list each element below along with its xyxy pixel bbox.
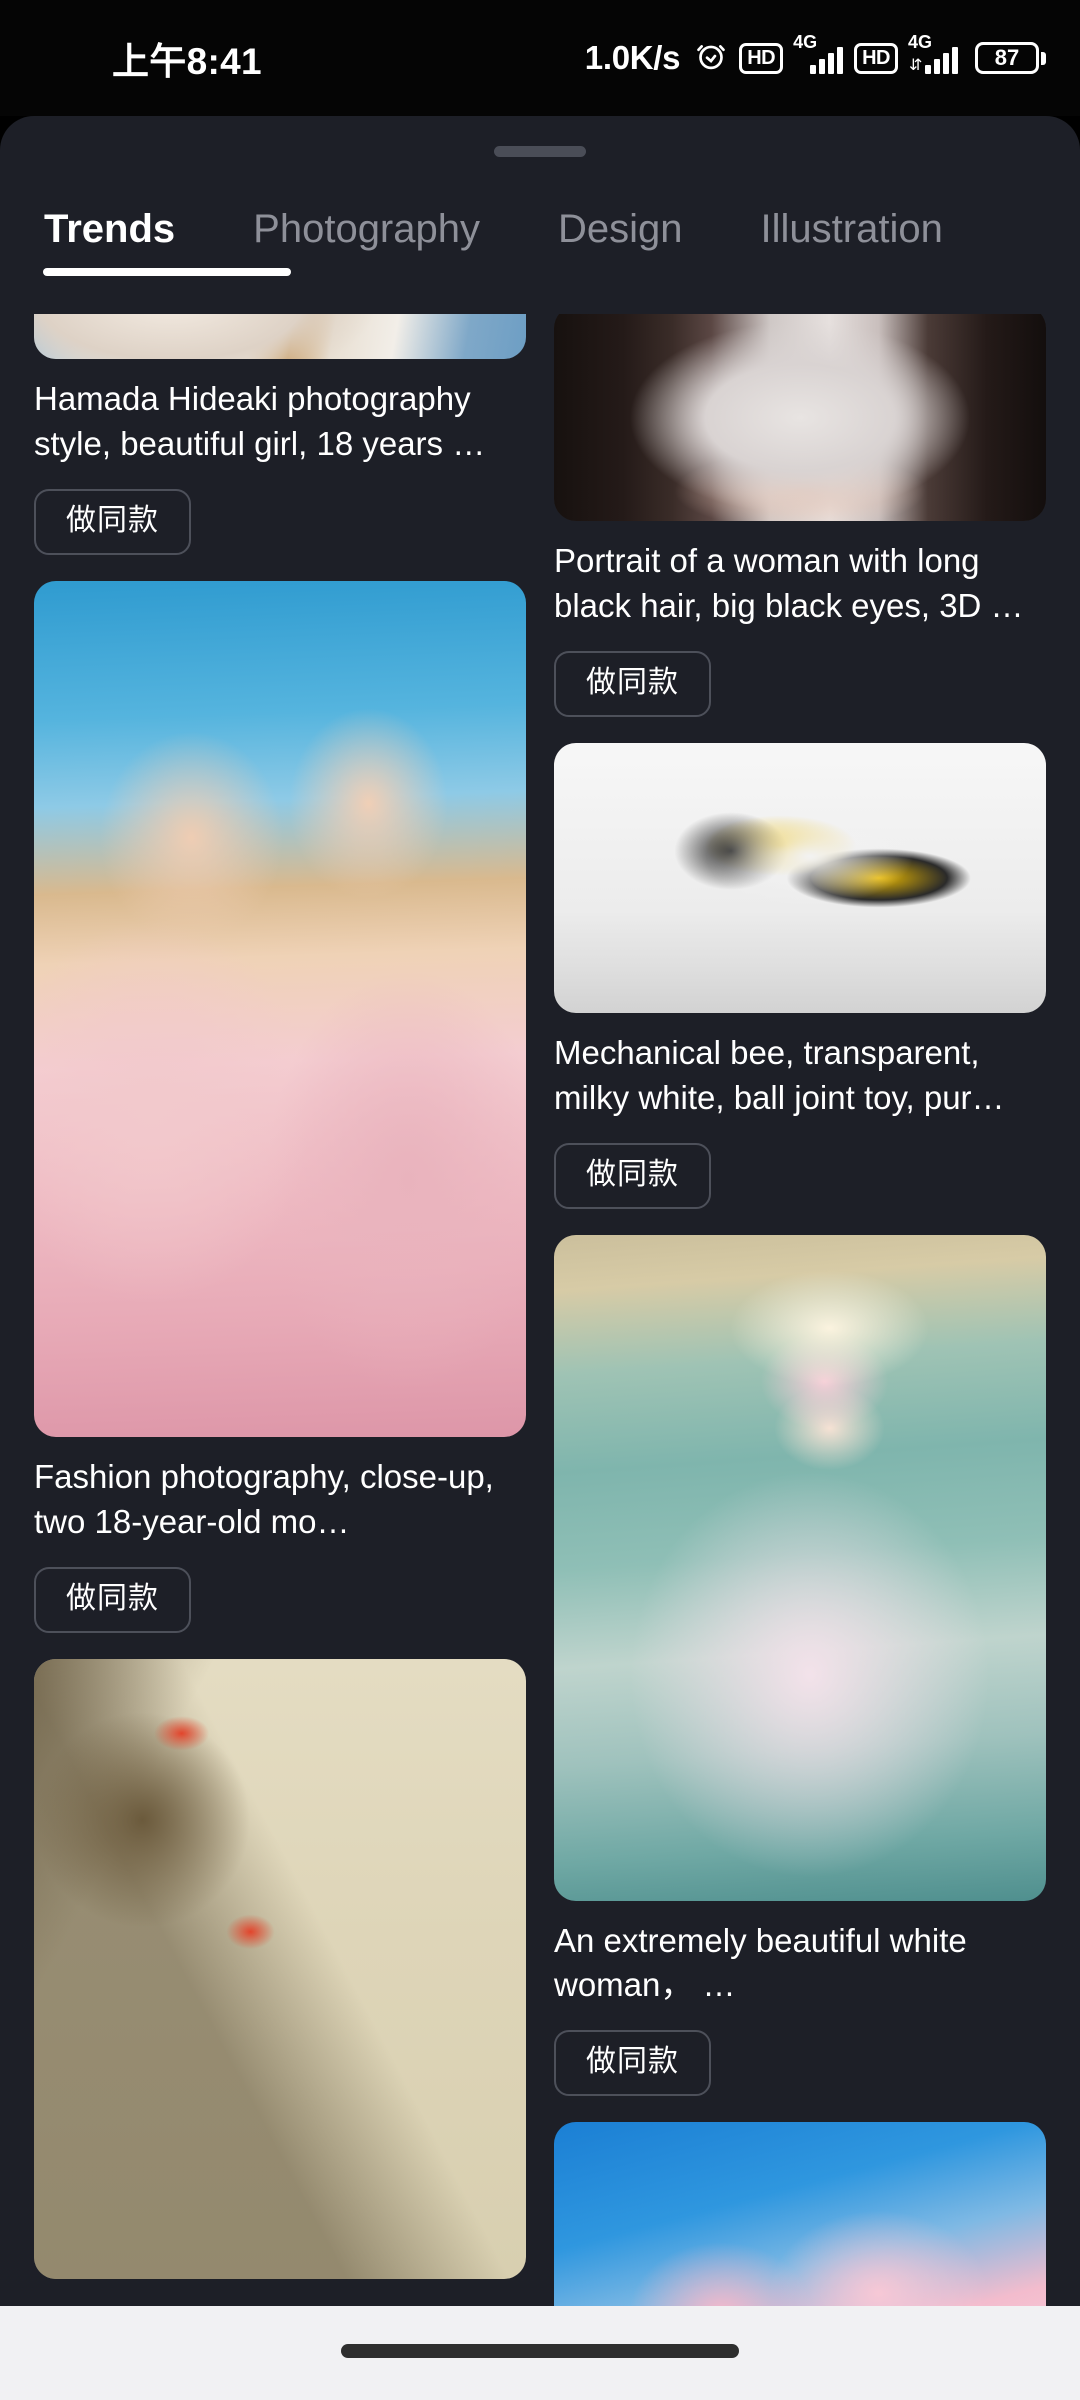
- card-caption: An extremely beautiful white woman， …: [554, 1921, 967, 2004]
- card-thumbnail[interactable]: [34, 314, 526, 359]
- card-caption: Fashion photography, close-up, two 18-ye…: [34, 1457, 494, 1540]
- tab-label: Illustration: [760, 207, 943, 251]
- tab-active-underline: [43, 268, 291, 276]
- data-transfer-arrows-icon: ⇵: [909, 57, 922, 74]
- tab-trends[interactable]: Trends: [43, 188, 291, 276]
- card-caption: Mechanical bee, transparent, milky white…: [554, 1033, 1005, 1116]
- make-similar-button[interactable]: 做同款: [34, 1566, 191, 1633]
- feed-column-right: Portrait of a woman with long black hair…: [554, 314, 1046, 2306]
- battery-icon: 87: [975, 42, 1046, 74]
- card-thumbnail[interactable]: [554, 314, 1046, 521]
- status-time: 上午8:41: [112, 41, 262, 82]
- phone-screen: 上午8:41 1.0K/s HD 4G HD 4G ⇵ 87 Trends Ph…: [0, 0, 1080, 2400]
- thumbnail-artwork: [554, 742, 1046, 1013]
- image-feed[interactable]: Hamada Hideaki photography style, beauti…: [0, 314, 1080, 2306]
- alarm-clock-icon: [694, 39, 728, 78]
- tab-photography[interactable]: Photography: [253, 188, 480, 252]
- card-thumbnail[interactable]: [34, 1658, 526, 2279]
- feed-card-portrait[interactable]: Portrait of a woman with long black hair…: [554, 314, 1046, 717]
- bottom-sheet: Trends Photography Design Illustration H…: [0, 116, 1080, 2306]
- category-tabs[interactable]: Trends Photography Design Illustration: [0, 188, 1080, 314]
- card-caption: Hamada Hideaki photography style, beauti…: [34, 380, 486, 462]
- network-type-sim2: 4G: [908, 32, 933, 52]
- card-thumbnail[interactable]: [554, 2122, 1046, 2306]
- thumbnail-artwork: [34, 314, 526, 359]
- feed-card-blossom[interactable]: [554, 2122, 1046, 2306]
- system-navigation-bar: [0, 2306, 1080, 2400]
- tab-label: Trends: [44, 207, 176, 251]
- card-thumbnail[interactable]: [34, 580, 526, 1437]
- card-thumbnail[interactable]: [554, 742, 1046, 1013]
- make-similar-button[interactable]: 做同款: [554, 650, 711, 717]
- status-bar-right: 1.0K/s HD 4G HD 4G ⇵ 87: [584, 33, 1046, 78]
- tab-label: Design: [558, 207, 683, 251]
- tab-illustration[interactable]: Illustration: [761, 188, 943, 252]
- feed-card-underwater[interactable]: An extremely beautiful white woman， … 做同…: [554, 1234, 1046, 2097]
- battery-level-text: 87: [975, 42, 1039, 74]
- drag-handle[interactable]: [494, 146, 586, 157]
- thumbnail-artwork: [34, 1658, 526, 2279]
- make-similar-button[interactable]: 做同款: [554, 2030, 711, 2097]
- network-speed-text: 1.0K/s: [584, 39, 681, 76]
- make-similar-button[interactable]: 做同款: [34, 488, 191, 555]
- battery-tip: [1041, 51, 1046, 65]
- feed-card-birds[interactable]: [34, 1658, 526, 2279]
- signal-sim2-icon: 4G ⇵: [908, 33, 958, 74]
- thumbnail-artwork: [34, 580, 526, 1437]
- home-indicator[interactable]: [341, 2344, 739, 2358]
- feed-card-bee[interactable]: Mechanical bee, transparent, milky white…: [554, 742, 1046, 1209]
- thumbnail-artwork: [554, 2122, 1046, 2306]
- feed-card-fashion[interactable]: Fashion photography, close-up, two 18-ye…: [34, 580, 526, 1633]
- thumbnail-artwork: [554, 314, 1046, 521]
- make-similar-button[interactable]: 做同款: [554, 1142, 711, 1209]
- status-bar: 上午8:41 1.0K/s HD 4G HD 4G ⇵ 87: [0, 0, 1080, 116]
- tab-label: Photography: [253, 207, 480, 251]
- card-caption: Portrait of a woman with long black hair…: [554, 542, 1024, 624]
- feed-column-left: Hamada Hideaki photography style, beauti…: [34, 314, 526, 2306]
- card-thumbnail[interactable]: [554, 1234, 1046, 1901]
- hd-badge-sim2: HD: [854, 42, 898, 74]
- signal-sim1-icon: 4G: [793, 33, 844, 74]
- tab-design[interactable]: Design: [558, 188, 683, 252]
- feed-card-hamada[interactable]: Hamada Hideaki photography style, beauti…: [34, 314, 526, 555]
- thumbnail-artwork: [554, 1234, 1046, 1901]
- status-bar-left: 上午8:41: [0, 31, 262, 85]
- hd-badge-sim1: HD: [739, 42, 784, 74]
- network-type-sim1: 4G: [793, 32, 818, 52]
